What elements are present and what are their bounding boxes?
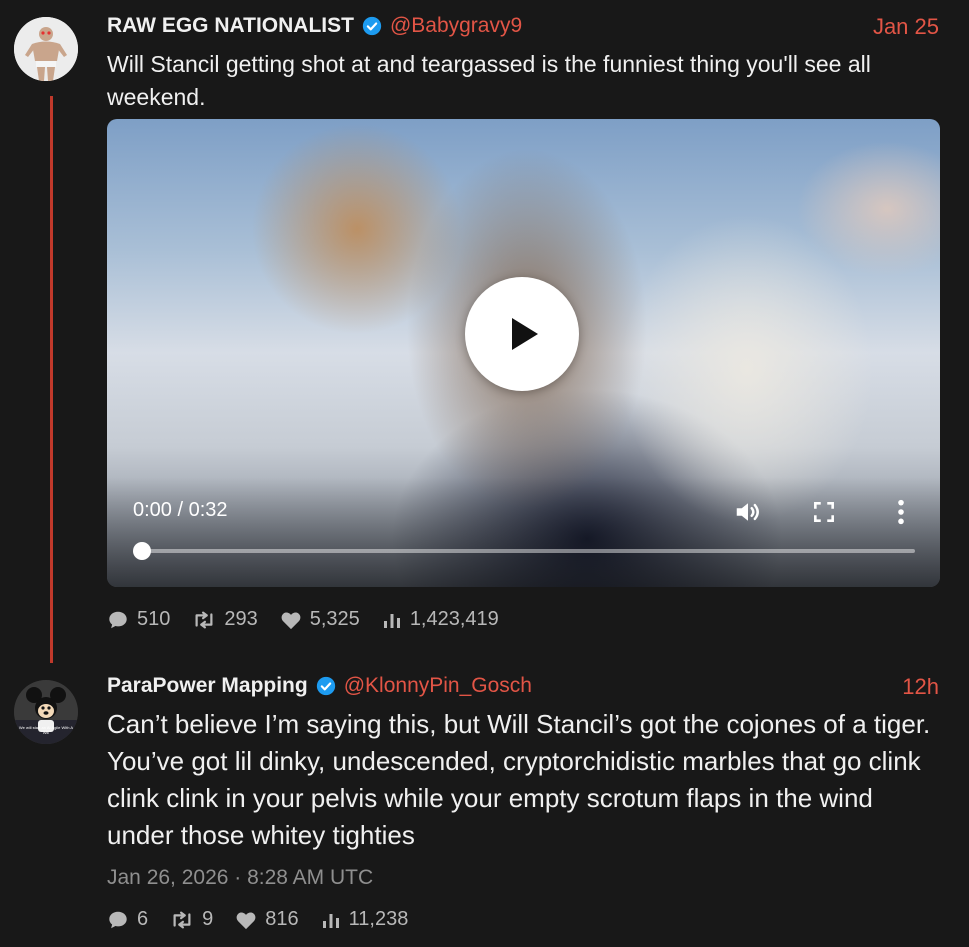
volume-icon[interactable] [733, 497, 763, 527]
bodybuilder-avatar-image [14, 17, 78, 81]
comment-icon [109, 611, 127, 628]
tweet-stats: 510 293 5,325 1,423,419 [107, 608, 521, 631]
retweet-icon [195, 611, 213, 628]
more-options-icon[interactable] [894, 498, 908, 526]
tweet-date[interactable]: Jan 25 [873, 14, 939, 40]
verified-badge-icon [362, 16, 382, 36]
bar-chart-icon [322, 913, 339, 928]
tweet-text: Can’t believe I’m saying this, but Will … [107, 709, 931, 850]
tweet-text: Will Stancil getting shot at and teargas… [107, 51, 871, 111]
like-count: 5,325 [309, 608, 360, 630]
fullscreen-icon[interactable] [811, 499, 837, 525]
reply-count: 510 [137, 608, 171, 630]
reply-count: 6 [137, 908, 149, 930]
video-player[interactable]: 0:00 / 0:32 [107, 119, 940, 587]
handle[interactable]: @KlonnyPin_Gosch [344, 674, 532, 698]
heart-icon [281, 611, 301, 629]
tweet-stats: 6 9 816 11,238 [107, 908, 430, 931]
controls-overlay [107, 477, 940, 587]
like-stat[interactable]: 816 [235, 908, 299, 931]
heart-icon [236, 911, 256, 929]
progress-knob[interactable] [133, 542, 151, 560]
reply-stat[interactable]: 510 [107, 608, 170, 631]
views-stat[interactable]: 1,423,419 [382, 608, 499, 631]
verified-badge-icon [316, 676, 335, 696]
retweet-count: 9 [202, 908, 214, 930]
reply-stat[interactable]: 6 [107, 908, 148, 931]
like-stat[interactable]: 5,325 [280, 608, 360, 631]
video-time: 0:00 / 0:32 [133, 499, 228, 521]
tweet-timestamp[interactable]: Jan 26, 2026 · 8:28 AM UTC [107, 866, 373, 890]
tweet-header: ParaPower Mapping @KlonnyPin_Gosch [107, 674, 532, 698]
retweet-stat[interactable]: 293 [192, 608, 258, 631]
avatar-caption: We will start an AI Agile With A Will [18, 725, 74, 735]
comment-icon [109, 911, 127, 928]
like-count: 816 [265, 908, 299, 930]
retweet-stat[interactable]: 9 [170, 908, 213, 931]
bar-chart-icon [383, 613, 400, 628]
progress-bar[interactable] [143, 549, 915, 553]
views-count: 1,423,419 [409, 608, 499, 630]
retweet-icon [173, 911, 191, 928]
display-name[interactable]: ParaPower Mapping [107, 674, 308, 698]
play-icon[interactable] [465, 277, 579, 391]
handle[interactable]: @Babygravy9 [390, 14, 522, 38]
tweet-header: RAW EGG NATIONALIST @Babygravy9 [107, 14, 522, 38]
display-name[interactable]: RAW EGG NATIONALIST [107, 14, 354, 38]
avatar[interactable] [14, 17, 78, 81]
views-stat[interactable]: 11,238 [321, 908, 409, 931]
tweet-date[interactable]: 12h [902, 674, 939, 700]
avatar[interactable]: We will start an AI Agile With A Will [14, 680, 78, 744]
retweet-count: 293 [224, 608, 258, 630]
thread-line [50, 96, 53, 663]
views-count: 11,238 [348, 908, 409, 930]
